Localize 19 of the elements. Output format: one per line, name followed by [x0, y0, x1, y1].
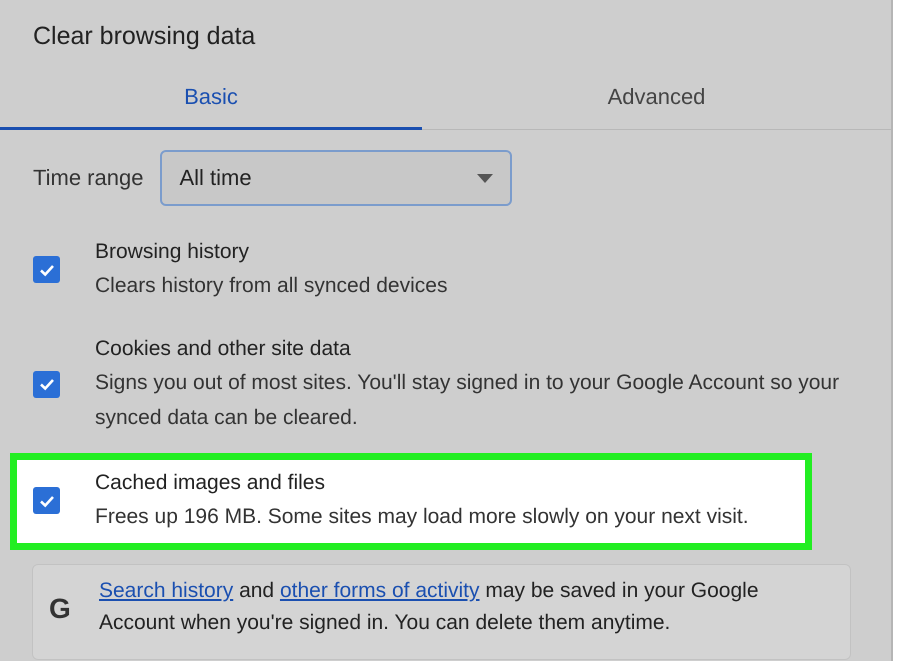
tab[interactable]: Basic — [0, 66, 422, 130]
checkbox[interactable] — [33, 487, 60, 514]
link[interactable]: other forms of activity — [280, 579, 480, 602]
option-title: Cached images and files — [95, 470, 326, 496]
time-range-dropdown[interactable]: All time — [160, 150, 512, 206]
google-logo: G — [49, 593, 72, 625]
checkbox[interactable] — [33, 256, 60, 283]
option-title: Browsing history — [95, 239, 250, 265]
notice-text: Search history and other forms of activity may be saved in your Google Account when you're signed in. You can delete them anytime. — [99, 578, 760, 636]
link[interactable]: Search history — [99, 579, 234, 602]
option-description: Signs you out of most sites. You'll stay signed in to your Google Account so your synced data can be cleared. — [95, 370, 840, 431]
dialog-title: Clear browsing data — [32, 21, 256, 52]
tab[interactable]: Advanced — [422, 66, 891, 130]
option-description: Frees up 196 MB. Some sites may load more slowly on your next visit. — [95, 504, 750, 530]
option-title: Cookies and other site data — [95, 336, 352, 362]
caret-icon — [477, 174, 494, 182]
checkbox[interactable] — [33, 370, 60, 398]
time-range-label: Time range — [33, 165, 144, 191]
option-description: Clears history from all synced devices — [95, 273, 448, 299]
